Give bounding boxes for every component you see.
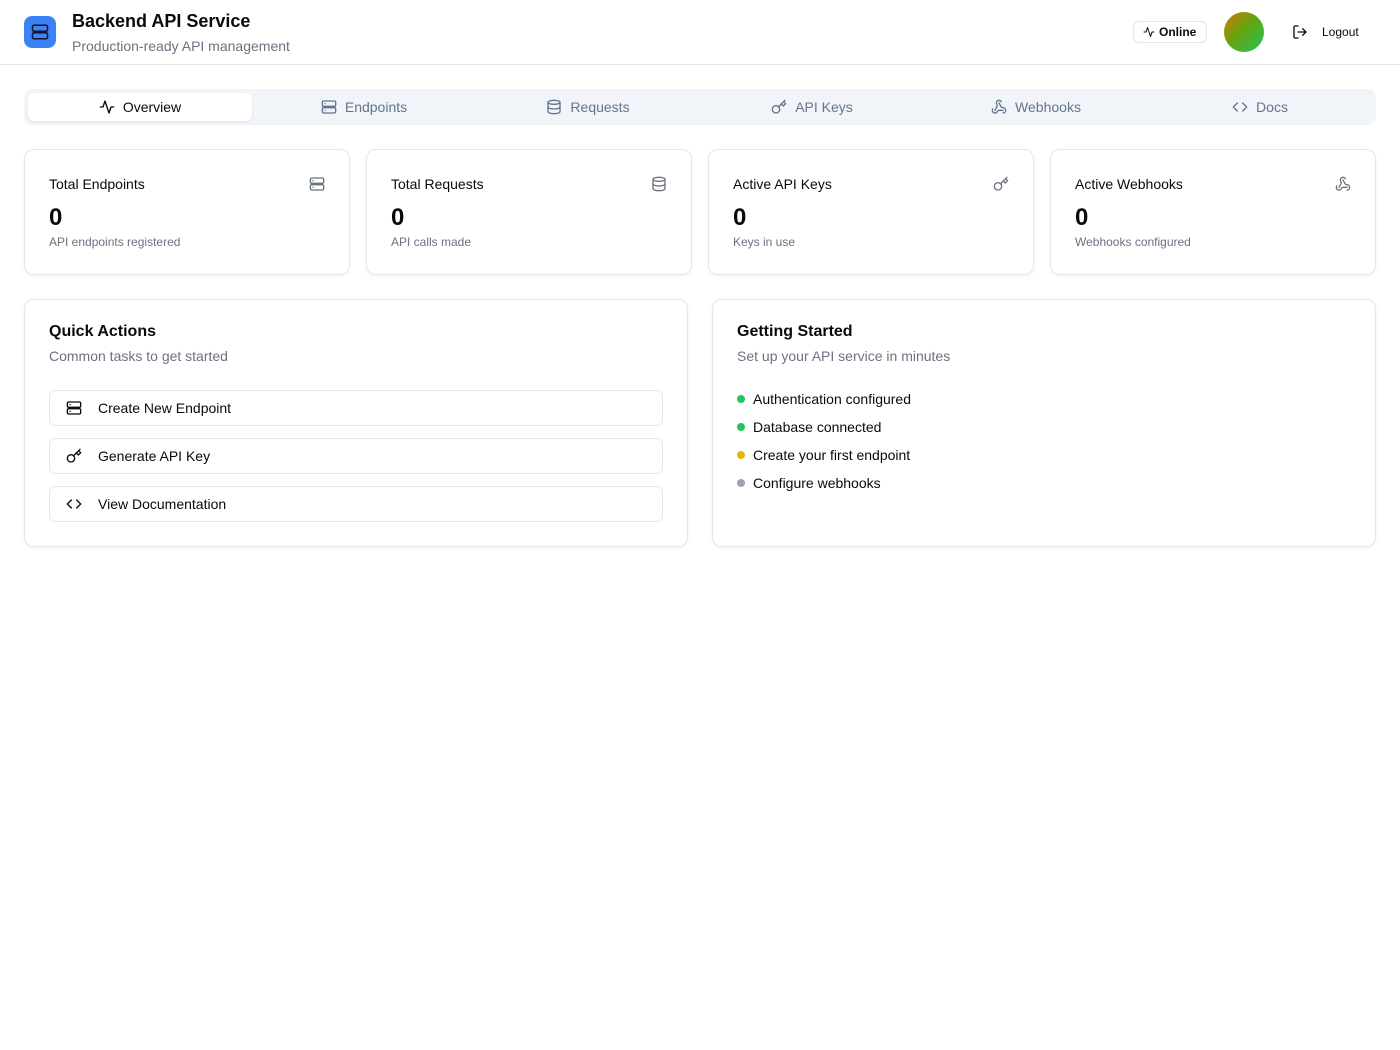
tab-api-keys[interactable]: API Keys bbox=[700, 93, 924, 121]
server-icon bbox=[309, 177, 325, 191]
stat-card-endpoints: Total Endpoints 0 API endpoints register… bbox=[24, 149, 350, 275]
button-label: View Documentation bbox=[98, 496, 227, 512]
stat-caption: API calls made bbox=[391, 235, 472, 249]
code-icon bbox=[1232, 102, 1248, 112]
app-header: Backend API Service Production-ready API… bbox=[0, 0, 1400, 65]
stat-caption: Keys in use bbox=[733, 235, 796, 249]
stat-card-webhooks: Active Webhooks 0 Webhooks configured bbox=[1050, 149, 1376, 275]
tab-webhooks[interactable]: Webhooks bbox=[924, 93, 1148, 121]
server-icon bbox=[321, 100, 337, 114]
panel-title: Quick Actions bbox=[49, 323, 156, 340]
checklist-item: Authentication configured bbox=[737, 391, 911, 407]
stat-value: 0 bbox=[733, 204, 747, 231]
stat-caption: API endpoints registered bbox=[49, 235, 181, 249]
log-out-icon bbox=[1293, 25, 1307, 39]
view-documentation-button[interactable]: View Documentation bbox=[49, 486, 663, 522]
key-icon bbox=[66, 448, 82, 463]
code-icon bbox=[66, 499, 82, 509]
stat-value: 0 bbox=[1075, 204, 1089, 231]
generate-api-key-button[interactable]: Generate API Key bbox=[49, 438, 663, 474]
checklist-label: Configure webhooks bbox=[753, 475, 881, 491]
tab-label: Docs bbox=[1256, 99, 1288, 115]
tab-label: Requests bbox=[570, 99, 630, 115]
database-icon bbox=[652, 176, 666, 192]
stat-title: Total Requests bbox=[391, 176, 484, 192]
checklist-item: Configure webhooks bbox=[737, 475, 881, 491]
quick-actions-panel: Quick Actions Common tasks to get starte… bbox=[24, 299, 688, 547]
stat-caption: Webhooks configured bbox=[1075, 235, 1191, 249]
key-icon bbox=[993, 176, 1009, 191]
checklist-item: Create your first endpoint bbox=[737, 447, 910, 463]
server-logo-icon bbox=[24, 16, 56, 48]
stat-card-api-keys: Active API Keys 0 Keys in use bbox=[708, 149, 1034, 275]
tab-label: Endpoints bbox=[344, 99, 408, 115]
status-label: Online bbox=[1159, 25, 1197, 39]
checklist-label: Authentication configured bbox=[753, 391, 911, 407]
status-dot-done bbox=[737, 395, 745, 403]
checklist-label: Create your first endpoint bbox=[753, 447, 911, 463]
status-dot-pending bbox=[737, 451, 745, 459]
key-icon bbox=[771, 99, 787, 114]
tab-endpoints[interactable]: Endpoints bbox=[252, 93, 476, 121]
stat-value: 0 bbox=[49, 204, 63, 231]
getting-started-panel: Getting Started Set up your API service … bbox=[712, 299, 1376, 547]
database-icon bbox=[547, 99, 562, 115]
tab-requests[interactable]: Requests bbox=[476, 93, 700, 121]
webhook-icon bbox=[1335, 176, 1351, 191]
panel-title: Getting Started bbox=[737, 323, 853, 340]
tab-label: API Keys bbox=[795, 99, 853, 115]
avatar[interactable] bbox=[1224, 12, 1264, 52]
server-icon bbox=[66, 401, 82, 415]
tab-docs[interactable]: Docs bbox=[1148, 93, 1372, 121]
tab-label: Webhooks bbox=[1015, 99, 1081, 115]
webhook-icon bbox=[991, 99, 1007, 114]
stat-title: Active Webhooks bbox=[1075, 176, 1183, 192]
logout-label: Logout bbox=[1322, 25, 1359, 39]
tab-overview[interactable]: Overview bbox=[28, 93, 252, 121]
tab-label: Overview bbox=[122, 99, 182, 115]
stat-title: Total Endpoints bbox=[49, 176, 145, 192]
logout-button[interactable]: Logout bbox=[1284, 20, 1367, 44]
panel-subtitle: Set up your API service in minutes bbox=[737, 348, 951, 364]
app-subtitle: Production-ready API management bbox=[72, 38, 290, 54]
status-dot-done bbox=[737, 423, 745, 431]
stat-value: 0 bbox=[391, 204, 405, 231]
panel-subtitle: Common tasks to get started bbox=[49, 348, 228, 364]
create-endpoint-button[interactable]: Create New Endpoint bbox=[49, 390, 663, 426]
app-title: Backend API Service bbox=[72, 11, 251, 31]
activity-icon bbox=[1143, 27, 1155, 37]
main-tabs: Overview Endpoints Requests API Keys Web… bbox=[24, 89, 1376, 125]
status-dot-todo bbox=[737, 479, 745, 487]
stat-title: Active API Keys bbox=[733, 176, 832, 192]
button-label: Generate API Key bbox=[98, 448, 211, 464]
status-badge: Online bbox=[1133, 21, 1208, 43]
activity-icon bbox=[99, 100, 115, 114]
stat-card-requests: Total Requests 0 API calls made bbox=[366, 149, 692, 275]
checklist-label: Database connected bbox=[753, 419, 882, 435]
checklist-item: Database connected bbox=[737, 419, 881, 435]
button-label: Create New Endpoint bbox=[98, 400, 232, 416]
